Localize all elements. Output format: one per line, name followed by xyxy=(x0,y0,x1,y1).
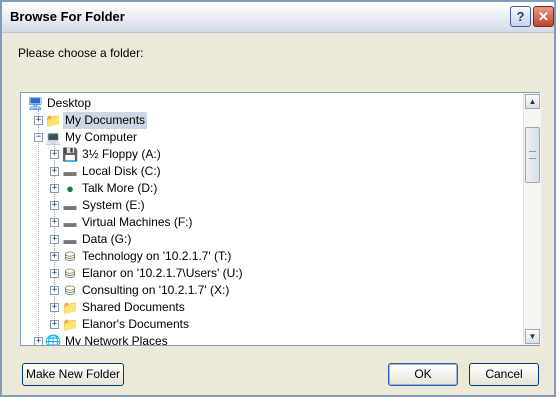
network-drive-icon: ⛁ xyxy=(64,249,76,264)
expand-toggle[interactable]: + xyxy=(50,235,59,244)
my-computer-icon: 💻 xyxy=(45,130,62,145)
tree-item-label: System (E:) xyxy=(82,198,145,212)
folder-tree[interactable]: 🖥 Desktop + 📁 My Documents − 💻 My Comput… xyxy=(21,93,523,345)
folder-tree-view[interactable]: 🖥 Desktop + 📁 My Documents − 💻 My Comput… xyxy=(20,92,541,346)
tree-item-label: Consulting on '10.2.1.7' (X:) xyxy=(82,283,230,297)
vertical-scrollbar[interactable]: ▲ ▼ xyxy=(523,93,541,345)
expand-toggle[interactable]: + xyxy=(50,150,59,159)
window-title: Browse For Folder xyxy=(10,9,125,24)
tree-item-label: Talk More (D:) xyxy=(82,181,158,195)
expand-toggle[interactable]: + xyxy=(50,167,59,176)
hard-drive-icon: ▬ xyxy=(63,215,77,230)
browse-for-folder-dialog: Browse For Folder ? ✕ Please choose a fo… xyxy=(0,0,556,397)
folder-icon: 📁 xyxy=(62,317,79,332)
expand-toggle[interactable]: + xyxy=(34,337,43,345)
tree-connector-line xyxy=(38,110,39,344)
floppy-drive-icon: 💾 xyxy=(62,147,79,162)
cd-drive-icon: ● xyxy=(66,181,74,196)
tree-item-label: My Documents xyxy=(63,112,148,129)
tree-item-label: My Network Places xyxy=(65,334,168,345)
ok-button[interactable]: OK xyxy=(388,363,458,386)
expand-toggle[interactable]: + xyxy=(50,218,59,227)
expand-toggle[interactable]: + xyxy=(50,184,59,193)
tree-item-label: Elanor's Documents xyxy=(82,317,190,331)
collapse-toggle[interactable]: − xyxy=(34,133,43,142)
scrollbar-thumb[interactable] xyxy=(525,127,540,183)
hard-drive-icon: ▬ xyxy=(63,164,77,179)
network-drive-icon: ⛁ xyxy=(64,266,76,281)
my-documents-icon: 📁 xyxy=(45,113,62,128)
network-places-icon: 🌐 xyxy=(45,334,62,345)
expand-toggle[interactable]: + xyxy=(50,201,59,210)
tree-item-label: Technology on '10.2.1.7' (T:) xyxy=(82,249,232,263)
tree-item-label: Virtual Machines (F:) xyxy=(82,215,193,229)
hard-drive-icon: ▬ xyxy=(63,232,77,247)
network-drive-icon: ⛁ xyxy=(64,283,76,298)
tree-item-label: Shared Documents xyxy=(82,300,185,314)
scroll-down-button[interactable]: ▼ xyxy=(525,329,540,344)
help-button[interactable]: ? xyxy=(510,6,531,27)
prompt-label: Please choose a folder: xyxy=(18,46,144,60)
expand-toggle[interactable]: + xyxy=(50,303,59,312)
hard-drive-icon: ▬ xyxy=(63,198,77,213)
folder-icon: 📁 xyxy=(62,300,79,315)
expand-toggle[interactable]: + xyxy=(34,116,43,125)
expand-toggle[interactable]: + xyxy=(50,269,59,278)
scroll-up-button[interactable]: ▲ xyxy=(525,94,540,109)
close-button[interactable]: ✕ xyxy=(533,6,554,27)
expand-toggle[interactable]: + xyxy=(50,286,59,295)
expand-toggle[interactable]: + xyxy=(50,320,59,329)
title-bar[interactable]: Browse For Folder ? ✕ xyxy=(2,2,554,33)
make-new-folder-button[interactable]: Make New Folder xyxy=(22,363,124,386)
tree-item-label: My Computer xyxy=(65,130,138,144)
tree-item-label: Data (G:) xyxy=(82,232,132,246)
tree-item-label: Desktop xyxy=(47,96,92,110)
desktop-icon: 🖥 xyxy=(27,96,44,111)
tree-item-label: 3½ Floppy (A:) xyxy=(82,147,161,161)
tree-item-label: Local Disk (C:) xyxy=(82,164,161,178)
expand-toggle[interactable]: + xyxy=(50,252,59,261)
tree-item-label: Elanor on '10.2.1.7\Users' (U:) xyxy=(82,266,243,280)
cancel-button[interactable]: Cancel xyxy=(469,363,539,386)
